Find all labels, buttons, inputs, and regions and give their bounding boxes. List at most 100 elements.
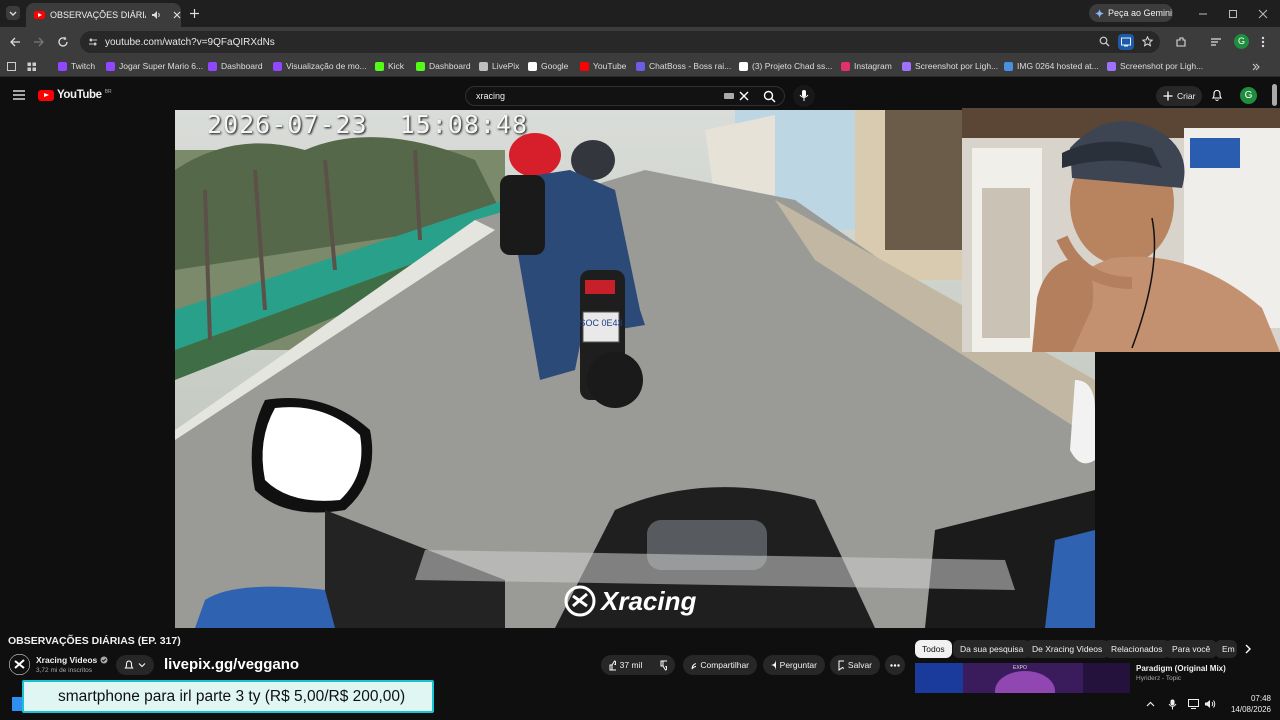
bookmark-item[interactable]: Dashboard: [208, 61, 263, 71]
filter-chip[interactable]: De Xracing Videos: [1025, 640, 1110, 658]
site-info-icon[interactable]: [88, 37, 98, 47]
more-actions-button[interactable]: [885, 655, 905, 675]
bookmark-item[interactable]: Google: [528, 61, 568, 71]
bookmark-item[interactable]: Screenshot por Ligh...: [902, 61, 998, 71]
chips-next-icon[interactable]: [1243, 644, 1253, 654]
bookmark-item[interactable]: Jogar Super Mario 6...: [106, 61, 203, 71]
bookmark-label: Instagram: [854, 61, 892, 71]
video-frame: SOC 0E43: [175, 110, 1095, 628]
reading-list-icon[interactable]: [1210, 36, 1222, 48]
bookmark-item[interactable]: LivePix: [479, 61, 519, 71]
chevron-down-icon: [138, 663, 146, 668]
bookmark-label: LivePix: [492, 61, 520, 71]
youtube-logo-text: YouTube: [57, 89, 102, 101]
browser-tab-strip: OBSERVAÇÕES DIÁRIAS (EP. Peça ao Gemini: [0, 0, 1280, 27]
recommended-video-thumbnail[interactable]: EXPO: [915, 663, 1130, 693]
close-window-icon[interactable]: [1258, 9, 1268, 19]
voice-search-button[interactable]: [793, 85, 815, 107]
lightshot-icon: [902, 61, 911, 71]
youtube-search-input[interactable]: xracing: [465, 86, 785, 106]
video-player[interactable]: SOC 0E43 2026-07-23 15:08:48 Xracing: [175, 110, 1095, 628]
bookmark-item[interactable]: (3) Projeto Chad ss...: [739, 61, 832, 71]
sparkle-icon: [771, 661, 776, 669]
subscribed-bell-button[interactable]: [116, 655, 154, 675]
recommended-title[interactable]: Paradigm (Original Mix): [1136, 664, 1226, 673]
like-count: 37 mil: [619, 660, 643, 670]
like-button[interactable]: 37 mil: [601, 655, 675, 675]
bookmark-item[interactable]: Instagram: [841, 61, 892, 71]
bookmark-item[interactable]: Dashboard: [416, 61, 471, 71]
bookmark-item[interactable]: YouTube: [580, 61, 626, 71]
filter-chip[interactable]: Todos: [915, 640, 952, 658]
gemini-sparkle-icon: [1095, 8, 1104, 18]
volume-icon[interactable]: [1204, 699, 1216, 709]
bookmark-item[interactable]: IMG 0264 hosted at...: [1004, 61, 1099, 71]
subscriber-count: 3,72 mi de inscritos: [36, 667, 92, 674]
clock-time[interactable]: 07:48: [1247, 694, 1271, 703]
save-playlist-icon: [838, 660, 844, 671]
close-tab-icon[interactable]: [172, 10, 182, 20]
apps-icon[interactable]: [7, 62, 16, 71]
share-label: Compartilhar: [700, 660, 749, 670]
bookmark-item[interactable]: Visualização de mo...: [273, 61, 367, 71]
hamburger-menu-icon[interactable]: [13, 90, 25, 100]
extensions-icon[interactable]: [1175, 36, 1187, 48]
filter-chip[interactable]: Para você: [1165, 640, 1218, 658]
tab-groups-icon[interactable]: [27, 62, 37, 72]
google-icon: [528, 61, 537, 71]
microphone-icon[interactable]: [1168, 699, 1177, 710]
youtube-logo[interactable]: YouTube BR: [38, 89, 112, 101]
filter-chip[interactable]: Relacionados: [1104, 640, 1170, 658]
youtube-favicon-icon: [34, 11, 45, 19]
search-icon[interactable]: [763, 90, 776, 103]
youtube-avatar[interactable]: G: [1240, 87, 1257, 104]
ask-label: Perguntar: [779, 660, 817, 670]
page-scrollbar[interactable]: [1272, 84, 1277, 106]
channel-avatar[interactable]: [9, 654, 30, 675]
share-arrow-icon: [691, 663, 697, 670]
zoom-icon[interactable]: [1099, 36, 1110, 47]
forward-arrow-icon[interactable]: [33, 36, 45, 48]
bookmark-item[interactable]: Twitch: [58, 61, 95, 71]
gemini-button[interactable]: Peça ao Gemini: [1089, 4, 1173, 22]
thumbs-down-icon[interactable]: [660, 660, 667, 671]
filter-chip[interactable]: Da sua pesquisa: [953, 640, 1031, 658]
ask-button[interactable]: Perguntar: [763, 655, 825, 675]
restore-icon[interactable]: [1228, 9, 1238, 19]
bookmark-item[interactable]: Screenshot por Ligh...: [1107, 61, 1203, 71]
bookmark-item[interactable]: Kick: [375, 61, 404, 71]
cast-active-icon[interactable]: [1118, 34, 1134, 50]
more-bookmarks-icon[interactable]: [1251, 62, 1261, 72]
webcam-frame: [962, 108, 1280, 352]
keyboard-icon[interactable]: [724, 93, 734, 99]
filter-chip[interactable]: Em: [1215, 640, 1237, 658]
audio-playing-icon[interactable]: [151, 10, 161, 20]
clear-search-icon[interactable]: [739, 91, 749, 101]
chevron-down-icon: [9, 11, 17, 16]
tab-search-button[interactable]: [6, 6, 20, 20]
recommended-channel[interactable]: Hyriderz - Topic: [1136, 675, 1181, 682]
browser-menu-icon[interactable]: [1261, 36, 1265, 48]
new-tab-icon[interactable]: [189, 8, 200, 19]
share-button[interactable]: Compartilhar: [683, 655, 757, 675]
active-tab[interactable]: OBSERVAÇÕES DIÁRIAS (EP.: [26, 3, 181, 27]
network-icon[interactable]: [1188, 699, 1199, 709]
bookmark-item[interactable]: ChatBoss - Boss rai...: [636, 61, 731, 71]
chevron-up-icon[interactable]: [1146, 700, 1155, 709]
profile-avatar[interactable]: G: [1234, 34, 1249, 49]
notifications-bell-icon[interactable]: [1211, 89, 1223, 102]
back-arrow-icon[interactable]: [9, 36, 21, 48]
xracing-logo-icon: [564, 585, 596, 617]
channel-name[interactable]: Xracing Videos: [36, 655, 97, 665]
webcam-overlay: [962, 108, 1280, 352]
address-bar[interactable]: youtube.com/watch?v=9QFaQIRXdNs: [80, 31, 1160, 53]
bookmark-star-icon[interactable]: [1142, 36, 1153, 47]
clock-date[interactable]: 14/08/2026: [1230, 705, 1271, 714]
reload-icon[interactable]: [57, 36, 69, 48]
create-button[interactable]: Criar: [1156, 86, 1202, 106]
channel-name-row[interactable]: Xracing Videos: [36, 655, 108, 665]
windows-start-icon[interactable]: [12, 697, 22, 711]
save-button[interactable]: Salvar: [830, 655, 880, 675]
livepix-overlay-link: livepix.gg/veggano: [164, 656, 300, 673]
minimize-icon[interactable]: [1198, 9, 1208, 19]
